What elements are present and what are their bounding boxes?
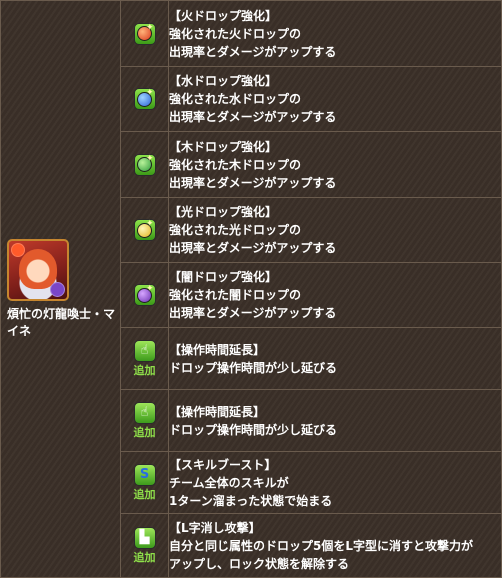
- awakening-skills-table: 煩忙の灯龍喚士・マイネ ✦ 【火ドロップ強化】 強化された火ドロップの 出現率と…: [0, 0, 502, 578]
- skill-text-cell: 【光ドロップ強化】 強化された光ドロップの 出現率とダメージがアップする: [168, 197, 502, 263]
- skill-description-line: 出現率とダメージがアップする: [169, 175, 337, 190]
- skill-icon-cell: ✦: [120, 262, 169, 328]
- skill-icon-cell: ✦: [120, 197, 169, 263]
- monster-portrait[interactable]: [7, 238, 69, 301]
- skill-description-line: 自分と同じ属性のドロップ5個をL字型に消すと攻撃力が: [169, 538, 473, 553]
- skill-title: 【操作時間延長】: [169, 342, 266, 357]
- monster-cell: 煩忙の灯龍喚士・マイネ: [0, 0, 121, 578]
- extend-time-icon: ☝: [133, 339, 156, 362]
- skill-icon-cell: S 追加: [120, 451, 169, 514]
- monster-info: 煩忙の灯龍喚士・マイネ: [1, 238, 120, 340]
- skill-icon-cell: ✦: [120, 0, 169, 67]
- skill-description-line: 出現率とダメージがアップする: [169, 306, 337, 320]
- skill-text-cell: 【木ドロップ強化】 強化された木ドロップの 出現率とダメージがアップする: [168, 131, 502, 198]
- skill-icon-cell: ✦: [120, 66, 169, 132]
- skill-title: 【スキルブースト】: [169, 457, 277, 472]
- light-orb-enhance-icon: ✦: [133, 219, 156, 241]
- portrait-face: [19, 248, 57, 289]
- skill-text-cell: 【操作時間延長】 ドロップ操作時間が少し延びる: [168, 389, 502, 452]
- awakening-skills-panel: 煩忙の灯龍喚士・マイネ ✦ 【火ドロップ強化】 強化された火ドロップの 出現率と…: [0, 0, 502, 578]
- skill-text-cell: 【スキルブースト】 チーム全体のスキルが 1ターン溜まった状態で始まる: [168, 451, 502, 514]
- skill-title: 【操作時間延長】: [169, 404, 266, 419]
- skill-description-line: ドロップ操作時間が少し延びる: [169, 360, 338, 375]
- skill-description-line: 強化された水ドロップの: [169, 92, 302, 106]
- skill-description-line: アップし、ロック状態を解除する: [169, 556, 350, 571]
- added-label: 追加: [133, 487, 156, 501]
- skill-title: 【光ドロップ強化】: [169, 205, 278, 219]
- skill-text-cell: 【水ドロップ強化】 強化された水ドロップの 出現率とダメージがアップする: [168, 66, 502, 132]
- skill-description-line: 強化された闇ドロップの: [169, 288, 302, 302]
- skill-description-line: 出現率とダメージがアップする: [169, 110, 337, 124]
- wood-orb-enhance-icon: ✦: [133, 153, 156, 176]
- skill-title: 【L字消し攻撃】: [169, 520, 261, 535]
- skill-icon-cell: ✦: [120, 131, 169, 198]
- fire-attribute-icon: [11, 242, 25, 257]
- skill-description-line: 強化された火ドロップの: [169, 26, 302, 41]
- skill-description-line: 強化された木ドロップの: [169, 157, 302, 172]
- skill-description-line: 1ターン溜まった状態で始まる: [169, 493, 333, 508]
- extend-time-icon: ☝: [133, 401, 156, 424]
- skill-text-cell: 【闇ドロップ強化】 強化された闇ドロップの 出現率とダメージがアップする: [168, 262, 502, 328]
- added-label: 追加: [133, 363, 156, 377]
- dark-subattribute-icon: [50, 281, 65, 297]
- skill-description-line: 出現率とダメージがアップする: [169, 241, 337, 255]
- dark-orb-enhance-icon: ✦: [133, 284, 156, 306]
- skill-description-line: チーム全体のスキルが: [169, 475, 289, 490]
- skill-text-cell: 【操作時間延長】 ドロップ操作時間が少し延びる: [168, 327, 502, 390]
- added-label: 追加: [133, 425, 156, 439]
- skill-title: 【木ドロップ強化】: [169, 139, 278, 154]
- skill-icon-cell: ▙ 追加: [120, 513, 169, 578]
- skill-title: 【水ドロップ強化】: [169, 74, 278, 88]
- water-orb-enhance-icon: ✦: [133, 88, 156, 110]
- skill-title: 【火ドロップ強化】: [169, 8, 278, 23]
- skill-icon-cell: ☝ 追加: [120, 389, 169, 452]
- skill-boost-icon: S: [133, 463, 156, 486]
- skill-text-cell: 【L字消し攻撃】 自分と同じ属性のドロップ5個をL字型に消すと攻撃力が アップし…: [168, 513, 502, 578]
- skill-description-line: ドロップ操作時間が少し延びる: [169, 422, 338, 437]
- skill-row: 煩忙の灯龍喚士・マイネ ✦ 【火ドロップ強化】 強化された火ドロップの 出現率と…: [0, 0, 502, 578]
- skill-description-line: 強化された光ドロップの: [169, 223, 302, 237]
- l-shape-attack-icon: ▙: [133, 526, 156, 549]
- fire-orb-enhance-icon: ✦: [133, 22, 156, 45]
- skill-icon-cell: ☝ 追加: [120, 327, 169, 390]
- skill-text-cell: 【火ドロップ強化】 強化された火ドロップの 出現率とダメージがアップする: [168, 0, 502, 67]
- skill-title: 【闇ドロップ強化】: [169, 270, 278, 284]
- added-label: 追加: [133, 550, 156, 564]
- monster-name[interactable]: 煩忙の灯龍喚士・マイネ: [7, 306, 119, 340]
- skill-description-line: 出現率とダメージがアップする: [169, 44, 337, 59]
